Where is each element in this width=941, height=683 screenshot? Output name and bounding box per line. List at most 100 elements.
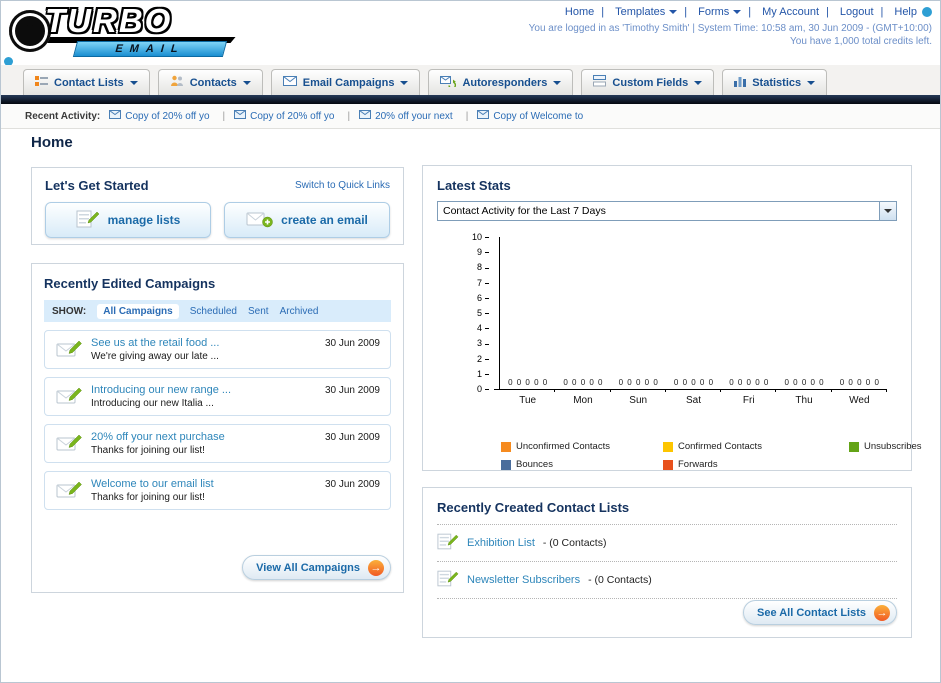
email-pencil-icon — [56, 434, 82, 458]
email-pencil-icon — [56, 340, 82, 364]
y-axis-tick: 10 — [472, 232, 489, 242]
chart-legend: Unconfirmed Contacts Confirmed Contacts Un… — [501, 441, 922, 470]
credits-line: You have 1,000 total credits left. — [790, 36, 932, 47]
email-plus-icon — [246, 210, 273, 231]
campaign-item: Welcome to our email list Thanks for joi… — [44, 471, 391, 510]
stats-panel: Latest Stats Contact Activity for the La… — [422, 165, 922, 471]
get-started-panel: Let's Get Started Switch to Quick Links … — [31, 167, 404, 245]
manage-lists-label: manage lists — [107, 213, 181, 227]
campaign-title-link[interactable]: Welcome to our email list — [91, 478, 306, 490]
y-axis-tick: 1 — [477, 369, 489, 379]
x-axis-label: Tue — [519, 395, 537, 406]
recent-activity-bar: Recent Activity: Copy of 20% off yo Copy… — [1, 104, 940, 129]
x-axis-label: Mon — [573, 395, 593, 406]
show-label: SHOW: — [52, 305, 87, 317]
x-axis-label: Wed — [849, 395, 870, 406]
recent-activity-link[interactable]: Copy of 20% off yo — [250, 111, 334, 122]
email-pencil-icon — [56, 387, 82, 411]
nav-link-help[interactable]: Help — [874, 6, 917, 18]
y-axis-tick: 3 — [477, 338, 489, 348]
legend-item: Forwards — [663, 459, 849, 470]
y-axis-tick: 4 — [477, 323, 489, 333]
filter-scheduled[interactable]: Scheduled — [190, 306, 237, 317]
chevron-down-icon — [807, 80, 816, 89]
campaign-subtitle: Thanks for joining our list! — [91, 445, 205, 456]
contact-lists-panel: Recently Created Contact Lists Exhibitio… — [422, 487, 912, 638]
campaign-title-link[interactable]: Introducing our new range ... — [91, 384, 306, 396]
contact-activity-chart: 10 9 8 7 6 5 4 3 2 1 0 0 0 0 0 0 Tue 0 0 0 0 0 Mon 0 0… — [437, 232, 897, 413]
campaign-title-link[interactable]: 20% off your next purchase — [91, 431, 306, 443]
contact-list-item: Newsletter Subscribers - (0 Contacts) — [437, 562, 897, 599]
filter-sent[interactable]: Sent — [248, 306, 269, 317]
contact-list-link[interactable]: Exhibition List — [467, 537, 535, 549]
recent-activity-link[interactable]: Copy of Welcome to — [493, 111, 583, 122]
campaign-date: 30 Jun 2009 — [324, 432, 380, 443]
stats-period-select[interactable]: Contact Activity for the Last 7 Days — [437, 201, 897, 221]
x-axis-label: Fri — [742, 395, 755, 406]
campaign-date: 30 Jun 2009 — [324, 338, 380, 349]
chart-day-group: 0 0 0 0 0 Sun — [611, 237, 667, 406]
chart-groups: 0 0 0 0 0 Tue 0 0 0 0 0 Mon 0 0 0 0 0 Sun 0 0 … — [500, 237, 888, 406]
campaigns-panel: Recently Edited Campaigns SHOW: All Camp… — [31, 263, 404, 593]
tab-contact-lists[interactable]: Contact Lists — [23, 69, 150, 95]
nav-link-forms[interactable]: Forms — [677, 6, 742, 18]
tab-label: Statistics — [752, 76, 802, 89]
tab-label: Custom Fields — [612, 76, 689, 89]
tab-statistics[interactable]: Statistics — [722, 69, 828, 95]
campaign-title-link[interactable]: See us at the retail food ... — [91, 337, 306, 349]
recent-activity-link[interactable]: 20% off your next — [375, 111, 453, 122]
chevron-down-icon — [400, 80, 409, 89]
chart-values: 0 0 0 0 0 — [563, 378, 603, 387]
y-axis-tick: 9 — [477, 247, 489, 257]
nav-label: Home — [564, 6, 595, 18]
chevron-down-icon — [242, 80, 251, 89]
chevron-down-icon — [129, 80, 138, 89]
view-all-campaigns-label: View All Campaigns — [256, 561, 360, 574]
chevron-down-icon — [669, 10, 678, 18]
nav-label: Logout — [839, 6, 874, 18]
legend-item: Confirmed Contacts — [663, 441, 849, 452]
contact-list-link[interactable]: Newsletter Subscribers — [467, 574, 580, 586]
legend-item: Unconfirmed Contacts — [501, 441, 663, 452]
filter-all-campaigns[interactable]: All Campaigns — [97, 303, 179, 319]
y-axis-tick: 2 — [477, 354, 489, 364]
tab-contacts[interactable]: Contacts — [157, 69, 263, 95]
contact-lists-title: Recently Created Contact Lists — [437, 500, 897, 525]
nav-link-templates[interactable]: Templates — [594, 6, 678, 18]
nav-link-logout[interactable]: Logout — [819, 6, 874, 18]
y-axis-tick: 6 — [477, 293, 489, 303]
chart-day-group: 0 0 0 0 0 Fri — [721, 237, 777, 406]
tab-email-campaigns[interactable]: Email Campaigns — [270, 69, 421, 95]
help-icon[interactable] — [922, 7, 932, 17]
tab-autoresponders[interactable]: Autoresponders — [428, 69, 574, 95]
create-email-label: create an email — [281, 213, 368, 227]
email-icon — [477, 110, 490, 122]
arrow-right-icon: → — [874, 604, 890, 621]
get-started-title: Let's Get Started — [45, 178, 149, 193]
x-axis-label: Sun — [629, 395, 648, 406]
switch-quick-links-link[interactable]: Switch to Quick Links — [295, 180, 390, 191]
create-email-button[interactable]: create an email — [224, 202, 390, 238]
filter-archived[interactable]: Archived — [280, 306, 319, 317]
logo[interactable]: TURBO EMAIL — [9, 2, 269, 62]
recent-activity-item: Copy of Welcome to — [477, 110, 583, 122]
y-axis-tick: 5 — [477, 308, 489, 318]
campaign-item: 20% off your next purchase Thanks for jo… — [44, 424, 391, 463]
nav-link-home[interactable]: Home — [565, 6, 594, 18]
see-all-contact-lists-button[interactable]: See All Contact Lists → — [742, 600, 897, 625]
campaign-date: 30 Jun 2009 — [324, 385, 380, 396]
email-pencil-icon — [56, 481, 82, 505]
recent-activity-link[interactable]: Copy of 20% off yo — [125, 111, 209, 122]
arrow-right-icon: → — [368, 559, 384, 576]
email-icon — [234, 110, 247, 122]
legend-swatch — [849, 441, 859, 452]
manage-lists-button[interactable]: manage lists — [45, 202, 211, 238]
contact-list-count: - (0 Contacts) — [542, 537, 607, 549]
tab-custom-fields[interactable]: Custom Fields — [581, 69, 715, 95]
view-all-campaigns-button[interactable]: View All Campaigns → — [242, 555, 391, 580]
x-axis-label: Sat — [685, 395, 701, 406]
nav-label: Forms — [698, 6, 730, 18]
nav-link-my-account[interactable]: My Account — [741, 6, 819, 18]
legend-label: Unconfirmed Contacts — [516, 441, 610, 452]
statistics-icon — [734, 75, 747, 90]
